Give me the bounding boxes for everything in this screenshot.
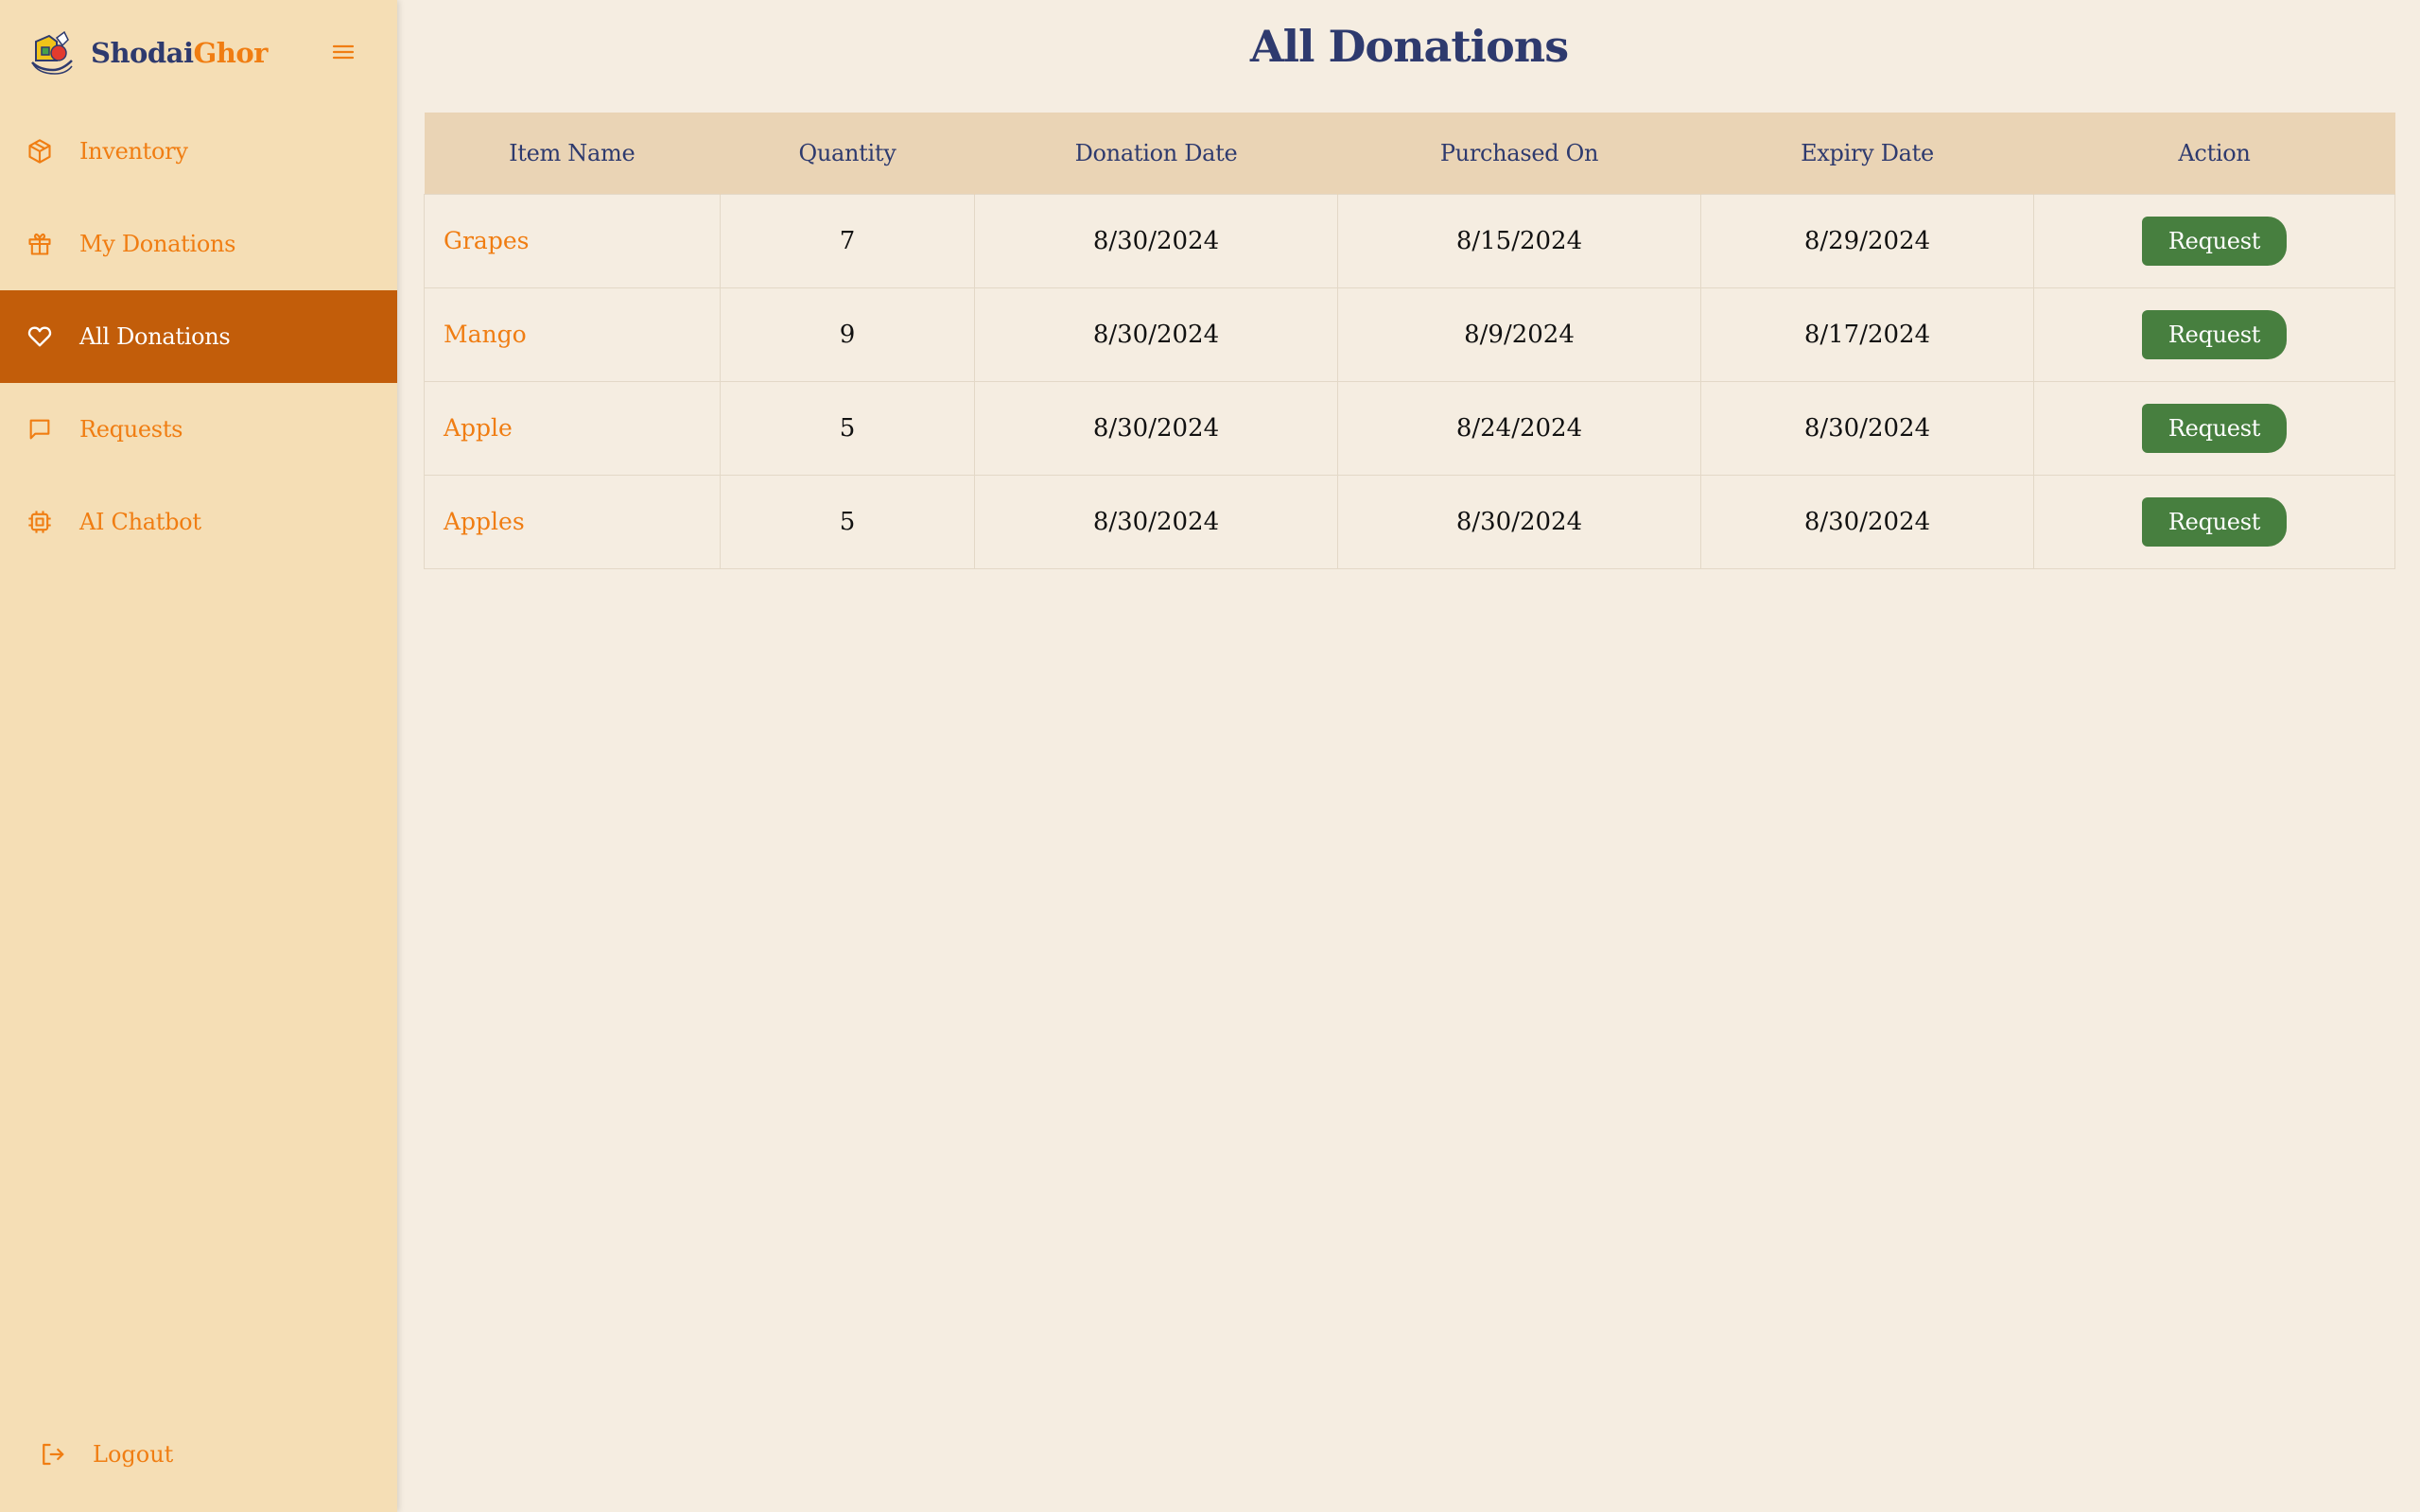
sidebar-item-requests[interactable]: Requests (0, 383, 397, 476)
logout-button[interactable]: Logout (38, 1428, 173, 1481)
column-header-expiry-date: Expiry Date (1700, 113, 2034, 194)
brand[interactable]: ShodaiGhor (28, 26, 268, 79)
expiry-date-cell: 8/30/2024 (1700, 474, 2034, 569)
hamburger-menu-icon[interactable] (329, 38, 357, 66)
column-header-donation-date: Donation Date (974, 113, 1338, 194)
expiry-date-cell: 8/30/2024 (1700, 380, 2034, 476)
sidebar-item-my-donations[interactable]: My Donations (0, 198, 397, 290)
sidebar-item-inventory[interactable]: Inventory (0, 105, 397, 198)
shodaighor-logo-icon (31, 30, 73, 75)
action-cell: Request (2033, 193, 2395, 288)
box-icon (26, 138, 53, 165)
donations-table: Item Name Quantity Donation Date Purchas… (424, 113, 2395, 569)
table-row: Apples 5 8/30/2024 8/30/2024 8/30/2024 R… (424, 474, 2395, 569)
donation-date-cell: 8/30/2024 (974, 380, 1338, 476)
quantity-cell: 7 (720, 193, 975, 288)
donation-date-cell: 8/30/2024 (974, 193, 1338, 288)
table-row: Mango 9 8/30/2024 8/9/2024 8/17/2024 Req… (424, 287, 2395, 382)
quantity-cell: 5 (720, 380, 975, 476)
sidebar-item-label: Inventory (79, 138, 188, 165)
purchased-on-cell: 8/24/2024 (1337, 380, 1701, 476)
purchased-on-cell: 8/9/2024 (1337, 287, 1701, 382)
column-header-item-name: Item Name (424, 113, 721, 194)
request-button[interactable]: Request (2141, 216, 2288, 266)
gift-icon (26, 231, 53, 257)
logout-icon (38, 1440, 66, 1469)
logout-label: Logout (93, 1441, 174, 1468)
action-cell: Request (2033, 474, 2395, 569)
column-header-action: Action (2033, 113, 2395, 194)
donation-date-cell: 8/30/2024 (974, 287, 1338, 382)
item-name-cell: Apple (424, 380, 721, 476)
action-cell: Request (2033, 380, 2395, 476)
column-header-quantity: Quantity (720, 113, 975, 194)
column-header-purchased-on: Purchased On (1337, 113, 1701, 194)
sidebar-item-all-donations[interactable]: All Donations (0, 290, 397, 383)
quantity-cell: 5 (720, 474, 975, 569)
brand-name-part1: Shodai (91, 37, 194, 69)
purchased-on-cell: 8/15/2024 (1337, 193, 1701, 288)
brand-name-part2: Ghor (193, 37, 268, 69)
sidebar-item-label: All Donations (79, 323, 231, 350)
expiry-date-cell: 8/17/2024 (1700, 287, 2034, 382)
quantity-cell: 9 (720, 287, 975, 382)
purchased-on-cell: 8/30/2024 (1337, 474, 1701, 569)
page-title: All Donations (1249, 21, 1569, 72)
sidebar-item-ai-chatbot[interactable]: AI Chatbot (0, 476, 397, 568)
action-cell: Request (2033, 287, 2395, 382)
request-button[interactable]: Request (2141, 309, 2288, 359)
heart-icon (26, 323, 53, 350)
sidebar-item-label: Requests (79, 416, 183, 443)
item-name-cell: Apples (424, 474, 721, 569)
sidebar-item-label: My Donations (79, 231, 236, 257)
request-button[interactable]: Request (2141, 403, 2288, 453)
table-header-row: Item Name Quantity Donation Date Purchas… (424, 113, 2395, 194)
donations-table-container: Item Name Quantity Donation Date Purchas… (424, 113, 2395, 569)
request-button[interactable]: Request (2141, 496, 2288, 547)
sidebar: ShodaiGhor Inventory My Donations All Do… (0, 0, 397, 1512)
table-row: Apple 5 8/30/2024 8/24/2024 8/30/2024 Re… (424, 380, 2395, 476)
item-name-cell: Mango (424, 287, 721, 382)
table-row: Grapes 7 8/30/2024 8/15/2024 8/29/2024 R… (424, 193, 2395, 288)
donation-date-cell: 8/30/2024 (974, 474, 1338, 569)
expiry-date-cell: 8/29/2024 (1700, 193, 2034, 288)
message-icon (26, 416, 53, 443)
item-name-cell: Grapes (424, 193, 721, 288)
chip-icon (26, 509, 53, 535)
sidebar-item-label: AI Chatbot (79, 509, 201, 535)
brand-name: ShodaiGhor (91, 37, 268, 69)
